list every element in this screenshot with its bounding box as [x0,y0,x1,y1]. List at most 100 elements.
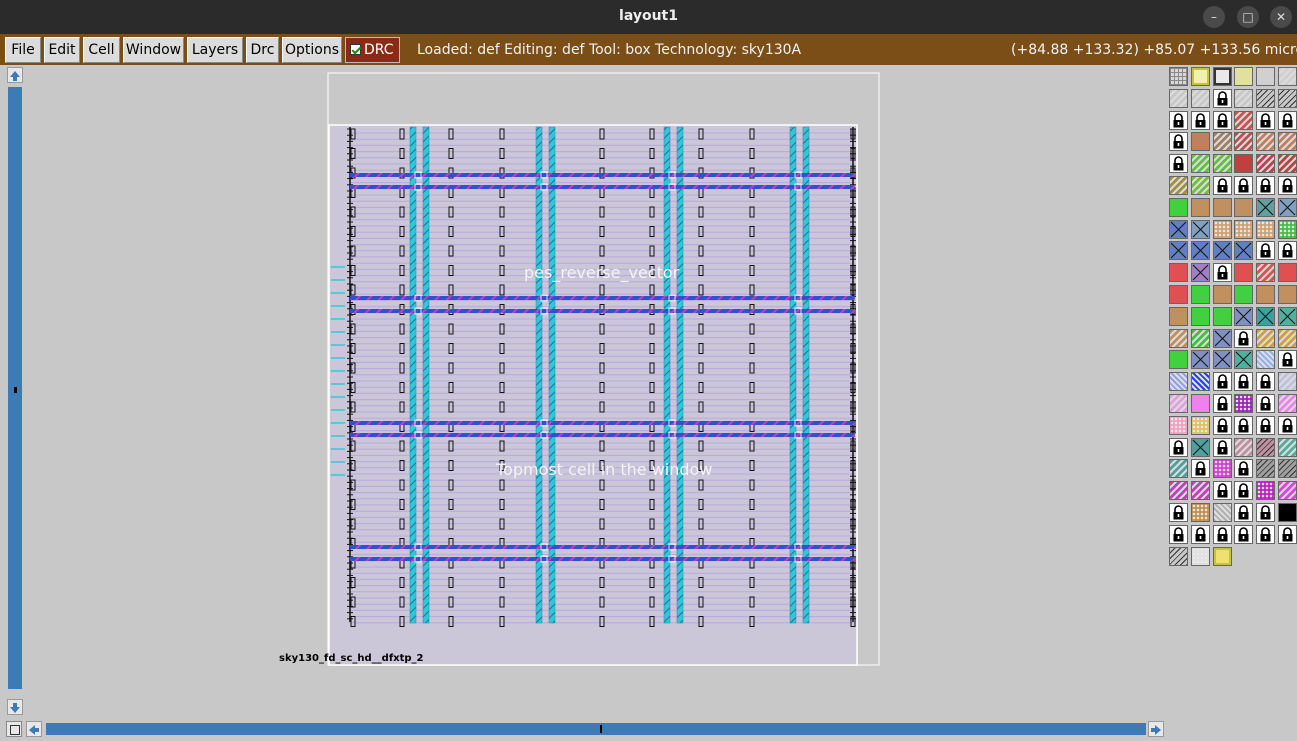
layer-swatch[interactable] [1278,88,1297,108]
arrow-left-icon[interactable] [26,721,42,737]
lock-icon[interactable] [1169,154,1188,174]
layer-swatch[interactable] [1234,88,1254,108]
layer-swatch[interactable] [1212,132,1232,152]
layer-swatch[interactable] [1256,328,1276,348]
minimize-icon[interactable]: – [1203,6,1225,28]
vertical-scrollbar[interactable] [5,65,24,718]
arrow-up-icon[interactable] [7,67,23,83]
layer-swatch[interactable] [1169,88,1188,108]
lock-icon[interactable] [1234,481,1254,501]
layer-swatch[interactable] [1190,350,1210,370]
layer-swatch[interactable] [1234,219,1254,239]
layer-swatch[interactable] [1169,481,1188,501]
layer-swatch[interactable] [1190,328,1210,348]
layer-swatch[interactable] [1190,481,1210,501]
layer-swatch[interactable] [1278,263,1297,283]
layer-swatch[interactable] [1278,372,1297,392]
layer-swatch[interactable] [1169,176,1188,195]
menu-window[interactable]: Window [123,37,184,63]
horizontal-scroll-track[interactable] [46,723,1146,735]
layer-swatch[interactable] [1234,154,1254,174]
layer-swatch[interactable] [1256,459,1276,479]
layer-swatch[interactable] [1190,372,1210,392]
lock-icon[interactable] [1190,524,1210,544]
maximize-icon[interactable]: □ [1237,6,1259,28]
drc-toggle[interactable]: DRC [345,37,400,63]
layer-swatch[interactable] [1278,394,1297,413]
layer-swatch[interactable] [1256,263,1276,283]
layer-swatch[interactable] [1256,154,1276,174]
layer-swatch[interactable] [1234,285,1254,304]
layer-swatch[interactable] [1190,132,1210,152]
lock-icon[interactable] [1278,350,1297,370]
lock-icon[interactable] [1278,176,1297,195]
layer-swatch[interactable] [1212,67,1232,86]
layer-swatch[interactable] [1234,241,1254,261]
layer-swatch[interactable] [1190,285,1210,304]
layer-swatch[interactable] [1278,285,1297,304]
layer-swatch[interactable] [1256,306,1276,326]
lock-icon[interactable] [1212,372,1232,392]
layer-swatch[interactable] [1256,67,1276,86]
layer-swatch[interactable] [1190,241,1210,261]
lock-icon[interactable] [1256,524,1276,544]
layer-swatch[interactable] [1234,263,1254,283]
menu-drc[interactable]: Drc [246,37,279,63]
lock-icon[interactable] [1256,110,1276,130]
layer-swatch[interactable] [1190,394,1210,413]
lock-icon[interactable] [1190,459,1210,479]
layer-swatch[interactable] [1190,219,1210,239]
zoom-box-icon[interactable] [6,721,22,737]
layer-swatch[interactable] [1278,437,1297,457]
layer-swatch[interactable] [1234,350,1254,370]
layer-swatch[interactable] [1190,154,1210,174]
layer-swatch[interactable] [1190,88,1210,108]
layer-swatch[interactable] [1256,437,1276,457]
layer-swatch[interactable] [1278,481,1297,501]
layer-swatch[interactable] [1190,503,1210,522]
drc-checkbox-icon[interactable] [350,44,361,55]
lock-icon[interactable] [1212,88,1232,108]
layer-swatch[interactable] [1169,67,1188,86]
lock-icon[interactable] [1212,394,1232,413]
lock-icon[interactable] [1212,110,1232,130]
lock-icon[interactable] [1278,241,1297,261]
layer-swatch[interactable] [1256,219,1276,239]
lock-icon[interactable] [1169,110,1188,130]
layer-swatch[interactable] [1190,263,1210,283]
horizontal-scroll-thumb[interactable] [600,725,602,733]
layer-swatch[interactable] [1278,306,1297,326]
layer-swatch[interactable] [1212,328,1232,348]
layer-swatch[interactable] [1234,306,1254,326]
lock-icon[interactable] [1234,459,1254,479]
lock-icon[interactable] [1278,415,1297,435]
layer-swatch[interactable] [1278,132,1297,152]
lock-icon[interactable] [1169,503,1188,522]
layer-swatch[interactable] [1190,415,1210,435]
layer-swatch[interactable] [1256,285,1276,304]
lock-icon[interactable] [1234,176,1254,195]
lock-icon[interactable] [1212,415,1232,435]
lock-icon[interactable] [1212,437,1232,457]
lock-icon[interactable] [1234,503,1254,522]
layer-swatch[interactable] [1256,132,1276,152]
layer-swatch[interactable] [1256,88,1276,108]
layer-swatch[interactable] [1169,306,1188,326]
menu-options[interactable]: Options [282,37,342,63]
layer-swatch[interactable] [1190,176,1210,195]
lock-icon[interactable] [1234,524,1254,544]
lock-icon[interactable] [1256,503,1276,522]
lock-icon[interactable] [1169,524,1188,544]
layer-swatch[interactable] [1169,285,1188,304]
layer-swatch[interactable] [1234,132,1254,152]
lock-icon[interactable] [1234,328,1254,348]
layer-swatch[interactable] [1234,437,1254,457]
layer-swatch[interactable] [1278,154,1297,174]
layer-swatch[interactable] [1212,241,1232,261]
lock-icon[interactable] [1234,372,1254,392]
layer-swatch[interactable] [1256,350,1276,370]
layer-swatch[interactable] [1169,546,1188,566]
layer-swatch[interactable] [1234,110,1254,130]
layer-swatch[interactable] [1169,394,1188,413]
layer-swatch[interactable] [1212,285,1232,304]
